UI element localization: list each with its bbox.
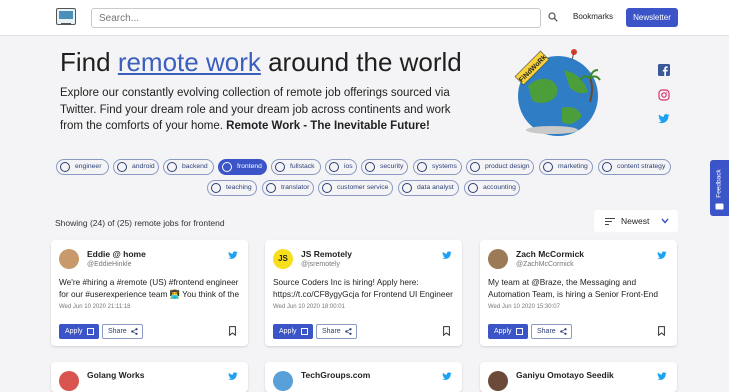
- share-icon: [131, 328, 138, 335]
- pencil-icon: [470, 162, 480, 172]
- dollar-icon: [468, 183, 478, 193]
- share-button[interactable]: Share: [531, 324, 572, 339]
- avatar: [59, 371, 79, 391]
- code-icon: [275, 162, 285, 172]
- top-navbar: Bookmarks Newsletter: [0, 0, 729, 36]
- author-name: Zach McCormick: [516, 249, 585, 259]
- feedback-label: Feedback: [715, 169, 723, 198]
- tag-security[interactable]: security: [361, 159, 408, 175]
- tag-marketing[interactable]: marketing: [539, 159, 593, 175]
- twitter-icon[interactable]: [658, 113, 670, 125]
- headset-icon: [322, 183, 332, 193]
- logo-icon[interactable]: [56, 8, 76, 25]
- tag-systems[interactable]: systems: [413, 159, 462, 175]
- job-card[interactable]: Golang Works: [51, 362, 248, 392]
- job-text: My team at @Braze, the Messaging and Aut…: [488, 277, 659, 299]
- presentation-icon: [211, 183, 221, 193]
- author-handle: @ZachMcCormick: [516, 261, 574, 268]
- tag-data-analyst[interactable]: data analyst: [398, 180, 459, 196]
- feedback-tab[interactable]: Feedback: [710, 160, 729, 216]
- server-icon: [417, 162, 427, 172]
- gear-icon: [167, 162, 177, 172]
- tag-backend[interactable]: backend: [163, 159, 214, 175]
- author-name: Ganiyu Omotayo Seedik: [516, 370, 614, 380]
- apply-button[interactable]: Apply: [273, 324, 313, 339]
- share-icon: [560, 328, 567, 335]
- job-card[interactable]: Ganiyu Omotayo Seedik: [480, 362, 677, 392]
- share-button[interactable]: Share: [102, 324, 143, 339]
- bookmarks-link[interactable]: Bookmarks: [566, 12, 620, 21]
- share-button[interactable]: Share: [316, 324, 357, 339]
- author-name: Golang Works: [87, 370, 145, 380]
- tag-android[interactable]: android: [113, 159, 159, 175]
- tag-accounting[interactable]: accounting: [464, 180, 520, 196]
- job-text: We're #hiring a #remote (US) #frontend e…: [59, 277, 240, 299]
- tag-content-strategy[interactable]: content strategy: [598, 159, 671, 175]
- job-card[interactable]: Eddie @ home @EddieHinkle We're #hiring …: [51, 240, 248, 346]
- bar-chart-icon: [402, 183, 412, 193]
- job-card[interactable]: Zach McCormick @ZachMcCormick My team at…: [480, 240, 677, 346]
- tag-frontend[interactable]: frontend: [218, 159, 267, 175]
- remote-work-link[interactable]: remote work: [118, 47, 261, 77]
- wrench-icon: [60, 162, 70, 172]
- translate-icon: [266, 183, 276, 193]
- hero-description: Explore our constantly evolving collecti…: [60, 87, 451, 132]
- chevron-down-icon: [661, 218, 669, 224]
- bookmark-icon[interactable]: [229, 326, 236, 336]
- window-icon: [222, 162, 232, 172]
- twitter-icon[interactable]: [228, 251, 238, 260]
- avatar: JS: [273, 249, 293, 269]
- bookmark-icon[interactable]: [443, 326, 450, 336]
- apple-icon: [329, 162, 339, 172]
- hero-tagline: Remote Work - The Inevitable Future!: [226, 120, 430, 132]
- job-date: Wed Jun 10 2020 18:00:01: [273, 304, 345, 310]
- page-title: Find remote work around the world: [60, 47, 462, 77]
- external-link-icon: [301, 328, 308, 335]
- globe-illustration: FiNdWoRk: [506, 44, 602, 140]
- author-name: Eddie @ home: [87, 249, 146, 259]
- tag-fullstack[interactable]: fullstack: [271, 159, 321, 175]
- tag-engineer[interactable]: engineer: [56, 159, 109, 175]
- tag-product-design[interactable]: product design: [466, 159, 534, 175]
- sort-icon: [605, 218, 615, 225]
- shield-icon: [365, 162, 375, 172]
- feedback-icon: [715, 203, 724, 210]
- facebook-icon[interactable]: [658, 64, 670, 76]
- author-handle: @EddieHinkle: [87, 261, 132, 268]
- bookmark-icon[interactable]: [658, 326, 665, 336]
- tag-translator[interactable]: translator: [262, 180, 314, 196]
- search-input[interactable]: [91, 8, 541, 28]
- share-icon: [345, 328, 352, 335]
- job-text: Source Coders Inc is hiring! Apply here:…: [273, 277, 453, 299]
- job-date: Wed Jun 10 2020 21:11:18: [59, 304, 131, 310]
- author-handle: @jsremotely: [301, 261, 341, 268]
- twitter-icon[interactable]: [442, 251, 452, 260]
- search-icon[interactable]: [548, 12, 558, 22]
- apply-button[interactable]: Apply: [59, 324, 99, 339]
- author-name: JS Remotely: [301, 249, 353, 259]
- job-card[interactable]: JS JS Remotely @jsremotely Source Coders…: [265, 240, 462, 346]
- android-icon: [117, 162, 127, 172]
- avatar: [59, 249, 79, 269]
- job-card[interactable]: TechGroups.com: [265, 362, 462, 392]
- newsletter-button[interactable]: Newsletter: [626, 8, 678, 27]
- job-date: Wed Jun 10 2020 15:30:07: [488, 304, 560, 310]
- lightbulb-icon: [602, 162, 612, 172]
- author-name: TechGroups.com: [301, 370, 371, 380]
- tag-teaching[interactable]: teaching: [207, 180, 257, 196]
- external-link-icon: [516, 328, 523, 335]
- external-link-icon: [87, 328, 94, 335]
- chart-line-icon: [543, 162, 553, 172]
- avatar: [488, 249, 508, 269]
- sort-dropdown[interactable]: Newest: [594, 210, 678, 232]
- tag-ios[interactable]: ios: [325, 159, 357, 175]
- sort-value: Newest: [621, 216, 650, 226]
- avatar: [273, 371, 293, 391]
- tag-customer-service[interactable]: customer service: [318, 180, 393, 196]
- twitter-icon[interactable]: [657, 251, 667, 260]
- avatar: [488, 371, 508, 391]
- apply-button[interactable]: Apply: [488, 324, 528, 339]
- results-count: Showing (24) of (25) remote jobs for fro…: [55, 218, 225, 228]
- instagram-icon[interactable]: [658, 89, 670, 101]
